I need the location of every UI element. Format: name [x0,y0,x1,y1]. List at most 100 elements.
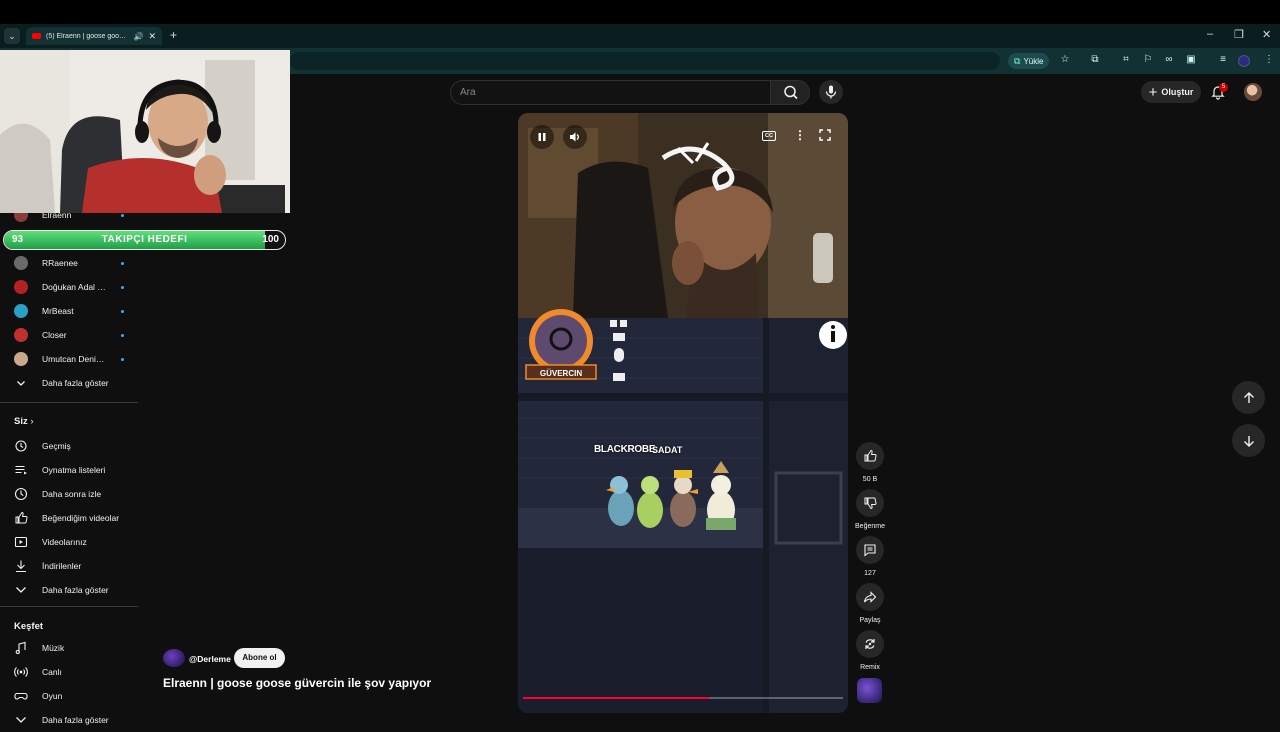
sidebar-item-you[interactable]: Beğendiğim videolar [14,506,124,530]
minimize-button[interactable]: – [1207,28,1213,40]
browser-menu-icon[interactable]: ⋮ [1262,54,1276,65]
more-options-icon[interactable]: ⋮ [794,128,806,142]
share-label: Paylaş [859,617,881,624]
extensions-icon[interactable]: ⧉ [1088,54,1102,65]
sidebar-divider [0,402,138,403]
translate-icon[interactable]: ⚐ [1141,54,1155,65]
restore-button[interactable]: ❐ [1234,28,1244,41]
video-title[interactable]: Elraenn | goose goose güvercin ile şov y… [163,676,431,690]
live-indicator-dot [121,285,124,289]
gamepad-icon [14,689,28,703]
sidebar-item-you[interactable]: Daha fazla göster [14,578,124,602]
sidebar-item-subscription[interactable]: MrBeast [14,299,124,323]
captions-icon[interactable]: CC [762,131,776,141]
live-indicator-dot [121,213,124,217]
sidebar-item-subscription[interactable]: Doğukan Adal [T... [14,275,124,299]
sidebar-item-subscription[interactable]: Closer [14,323,124,347]
search-input[interactable]: Ara [450,80,770,105]
remix-action[interactable]: Remix [855,630,885,671]
search-button[interactable] [770,80,810,105]
volume-button[interactable] [563,125,587,149]
share-button[interactable] [856,583,884,611]
sidebar-item-explore[interactable]: Canlı [14,660,124,684]
tab-search-dropdown-icon[interactable]: ⌄ [4,28,20,44]
thumb-up-icon [14,511,28,525]
channel-avatar-icon [14,256,28,270]
close-window-button[interactable]: ✕ [1262,28,1271,41]
download-icon [14,559,28,573]
fullscreen-icon[interactable] [818,128,832,147]
history-icon [14,439,28,453]
browser-profile-icon[interactable] [1238,55,1250,67]
thumb-up-icon [864,449,877,462]
sidebar-item-label: Videolarınız [42,537,87,547]
channel-name[interactable]: @Derleme [189,654,231,664]
share-icon [863,591,877,603]
live-indicator-dot [121,357,124,361]
share-action[interactable]: Paylaş [855,583,885,624]
create-button[interactable]: + Oluştur [1141,81,1201,103]
sidepanel-icon[interactable]: ▣ [1184,54,1198,65]
shorts-player[interactable]: GÜVERCIN BLACKROBE SADAT CC ⋮ [518,113,848,713]
sidebar-item-you[interactable]: Oynatma listeleri [14,458,124,482]
remix-icon [865,639,875,649]
screenshot-icon[interactable]: ⌗ [1119,54,1133,65]
game-player-label: GÜVERCIN [539,369,583,378]
sidebar-item-you[interactable]: Geçmiş [14,434,124,458]
playlist-icon [14,463,28,477]
sidebar-item-label: Geçmiş [42,441,71,451]
remix-label: Remix [860,664,880,671]
pause-button[interactable] [530,125,554,149]
dislike-label: Beğenme [855,523,885,530]
video-frame [518,113,848,713]
upload-button[interactable]: ⧉ Yükle [1008,53,1050,69]
channel-avatar-icon [14,280,28,294]
previous-video-button[interactable] [1232,381,1265,414]
sidebar-item-subscription[interactable]: Umutcan Deniz İl... [14,347,124,371]
sidebar-item-subscription[interactable]: RRaenee [14,251,124,275]
subscribe-button[interactable]: Abone ol [234,648,285,668]
subscriptions-show-more[interactable]: Daha fazla göster [14,371,124,395]
game-nametag: BLACKROBE [594,444,656,455]
tab-audio-icon[interactable]: 🔊 [133,32,143,41]
sidebar-item-label: Canlı [42,667,62,677]
notification-badge: 5 [1219,83,1228,92]
sidebar-item-you[interactable]: Daha sonra izle [14,482,124,506]
tab-close-icon[interactable]: ✕ [148,31,156,42]
comments-action[interactable]: 127 [855,536,885,577]
sidebar-item-explore[interactable]: Daha fazla göster [14,708,124,732]
sidebar-item-label: İndirilenler [42,561,82,571]
you-section-title[interactable]: Siz › [14,416,34,427]
channel-avatar[interactable] [163,649,185,667]
channel-avatar-icon [14,328,28,342]
like-action[interactable]: 50 B [855,442,885,483]
thumb-down-icon [864,497,877,510]
comment-count: 127 [864,570,876,577]
remix-button[interactable] [856,630,884,658]
dislike-action[interactable]: Beğenme [855,489,885,530]
sidebar-item-explore[interactable]: Oyun [14,684,124,708]
media-control-icon[interactable]: ≡ [1216,54,1230,65]
sound-channel-thumbnail[interactable] [857,678,882,703]
account-avatar[interactable] [1244,83,1262,101]
follower-goal-label: TAKIPÇI HEDEFI [101,234,188,245]
bookmark-star-icon[interactable]: ☆ [1058,54,1072,65]
dislike-button[interactable] [856,489,884,517]
address-bar[interactable] [290,52,1000,70]
live-icon [14,665,28,679]
sidebar-item-explore[interactable]: Müzik [14,636,124,660]
like-button[interactable] [856,442,884,470]
link-icon[interactable]: ∞ [1162,54,1176,65]
sidebar-item-label: Daha fazla göster [42,585,109,595]
comments-button[interactable] [856,536,884,564]
sidebar-item-you[interactable]: Videolarınız [14,530,124,554]
upload-icon: ⧉ [1014,55,1021,66]
voice-search-button[interactable] [819,80,843,104]
live-indicator-dot [121,309,124,313]
browser-tab-active[interactable]: (5) Elraenn | goose goose g 🔊 ✕ [26,27,162,45]
comment-icon [864,544,876,557]
video-icon [14,535,28,549]
next-video-button[interactable] [1232,424,1265,457]
sidebar-item-you[interactable]: İndirilenler [14,554,124,578]
new-tab-button[interactable]: + [170,28,177,42]
